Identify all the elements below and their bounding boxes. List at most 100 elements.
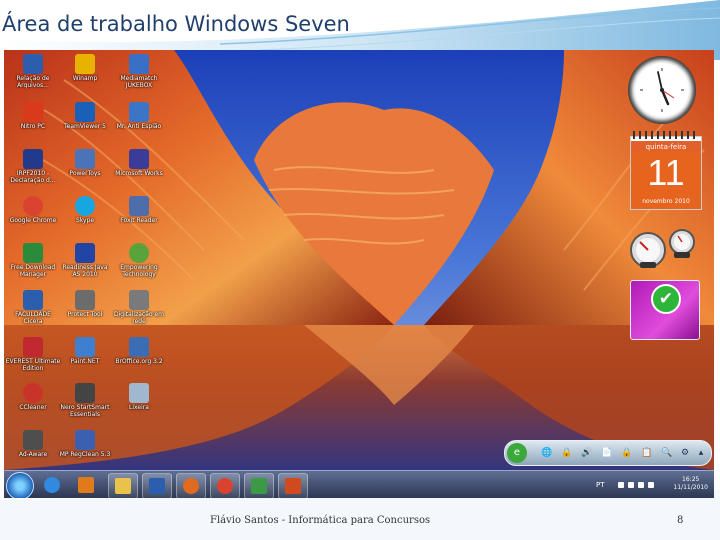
desktop-icon-google-chrome[interactable]: Google Chrome <box>4 196 62 224</box>
security-status-gadget[interactable]: ✔ <box>630 280 700 340</box>
tray-icon[interactable] <box>628 482 634 488</box>
windows-7-desktop: Relação de Arquivos... Winamp Mediamatch… <box>4 50 714 498</box>
desktop-icon-nitro-pc[interactable]: Nitro PC <box>4 102 62 130</box>
chevron-up-icon[interactable]: ▴ <box>695 447 707 459</box>
desktop-icon-digitalizacao[interactable]: Digitalização em rede <box>110 290 168 325</box>
desktop-icon-irpf2010[interactable]: IRPF2010 - Declaração d... <box>4 149 62 184</box>
document-icon[interactable]: 📄 <box>601 447 613 459</box>
empowering-icon <box>129 243 149 263</box>
desktop-icon-faculdade[interactable]: FACULDADE Cicera <box>4 290 62 325</box>
paint-net-icon <box>75 337 95 357</box>
start-button[interactable] <box>6 472 34 498</box>
nitro-pdf-icon <box>23 102 43 122</box>
word-document-icon <box>23 54 43 74</box>
chrome-icon <box>23 196 43 216</box>
desktop-icon-lixeira[interactable]: Lixeira <box>110 383 168 411</box>
checkmark-icon: ✔ <box>651 284 681 314</box>
padlock-icon[interactable]: 🔒 <box>621 447 633 459</box>
slide-page-number: 8 <box>677 515 684 526</box>
jukebox-icon <box>129 54 149 74</box>
notification-area: PT 16:25 11/11/2010 <box>588 473 708 497</box>
adaware-icon <box>23 430 43 450</box>
scanner-icon <box>129 290 149 310</box>
internet-explorer-icon <box>44 477 60 493</box>
clock-gadget[interactable] <box>628 56 696 124</box>
regclean-icon <box>75 430 95 450</box>
calendar-day: 11 <box>631 151 701 195</box>
windows-live-logo-icon[interactable]: e <box>507 443 527 463</box>
taskbar-clock[interactable]: 16:25 11/11/2010 <box>673 476 708 492</box>
desktop-icon-ad-aware[interactable]: Ad-Aware <box>4 430 62 458</box>
media-player-icon <box>78 477 94 493</box>
desktop-icon-free-download-manager[interactable]: Free Download Manager <box>4 243 62 278</box>
network-taskbar-button[interactable] <box>244 473 274 498</box>
gear-icon[interactable]: ⚙ <box>679 447 691 459</box>
word-icon <box>149 478 165 494</box>
taskbar-time: 16:25 <box>682 476 700 483</box>
desktop-icon-broffice[interactable]: BrOffice.org 3.2 <box>110 337 168 365</box>
language-indicator[interactable]: PT <box>596 481 605 489</box>
desktop-icon-microsoft-works[interactable]: Microsoft Works <box>110 149 168 177</box>
speaker-icon[interactable]: 🔊 <box>581 447 593 459</box>
antispy-icon <box>129 102 149 122</box>
desktop-icon-ccleaner[interactable]: CCleaner <box>4 383 62 411</box>
broffice-icon <box>129 337 149 357</box>
explorer-taskbar-button[interactable] <box>108 473 138 498</box>
desktop-icon-teamviewer[interactable]: TeamViewer 5 <box>56 102 114 130</box>
slide-title: Área de trabalho Windows Seven <box>2 12 350 36</box>
desktop-icon-nero[interactable]: Nero StartSmart Essentials <box>56 383 114 418</box>
desktop-icon-readiness-java[interactable]: Readiness Java AS 2010 <box>56 243 114 278</box>
powertoys-icon <box>75 149 95 169</box>
desktop-icon-anti-espiao[interactable]: Mr. Anti Espião <box>110 102 168 130</box>
powerpoint-icon <box>285 478 301 494</box>
works-icon <box>129 149 149 169</box>
tray-icon[interactable] <box>618 482 624 488</box>
desktop-icon-jukebox[interactable]: Mediamatch JUKEBOX <box>110 54 168 89</box>
media-player-taskbar-button[interactable] <box>72 473 100 497</box>
folder-libraries-icon <box>115 478 131 494</box>
chrome-taskbar-button[interactable] <box>210 473 240 498</box>
desktop-icon-empowering-technology[interactable]: Empowering Technology <box>110 243 168 278</box>
winamp-icon <box>75 54 95 74</box>
search-icon[interactable]: 🔍 <box>661 447 673 459</box>
desktop-icon-foxit-reader[interactable]: Foxit Reader <box>110 196 168 224</box>
desktop-icon-powertoys[interactable]: PowerToys <box>56 149 114 177</box>
windows-live-toolbar: e 🌐 🔒 🔊 📄 🔒 📋 🔍 ⚙ ▴ <box>504 440 712 466</box>
nero-icon <box>75 383 95 403</box>
desktop-icon-paint-net[interactable]: Paint.NET <box>56 337 114 365</box>
protect-tool-icon <box>75 290 95 310</box>
taskbar: PT 16:25 11/11/2010 <box>4 470 714 498</box>
calendar-month-year: novembro 2010 <box>631 195 701 209</box>
download-manager-icon <box>23 243 43 263</box>
desktop-icon-winamp[interactable]: Winamp <box>56 54 114 82</box>
calendar-rings <box>633 131 699 139</box>
tray-icon[interactable] <box>638 482 644 488</box>
desktop-icon-protect-tool[interactable]: Protect Tool <box>56 290 114 318</box>
internet-explorer-taskbar-button[interactable] <box>38 473 66 497</box>
foxit-icon <box>129 196 149 216</box>
ccleaner-icon <box>23 383 43 403</box>
desktop-icon-relacao-arquivos[interactable]: Relação de Arquivos... <box>4 54 62 89</box>
calendar-gadget[interactable]: quinta-feira 11 novembro 2010 <box>630 131 702 210</box>
chrome-icon <box>217 478 233 494</box>
desktop-icon-mp-regclean[interactable]: MP RegClean 5.3 <box>56 430 114 458</box>
network-icon <box>251 478 267 494</box>
cpu-meter-gadget[interactable] <box>630 226 698 270</box>
powerpoint-taskbar-button[interactable] <box>278 473 308 498</box>
slide-footer-author: Flávio Santos - Informática para Concurs… <box>210 515 431 526</box>
firefox-taskbar-button[interactable] <box>176 473 206 498</box>
desktop-icon-everest[interactable]: EVEREST Ultimate Edition <box>4 337 62 372</box>
teamviewer-icon <box>75 102 95 122</box>
globe-icon[interactable]: 🌐 <box>541 447 553 459</box>
folder-document-icon <box>23 290 43 310</box>
clock-face-icon <box>640 68 684 112</box>
irpf-icon <box>23 149 43 169</box>
firefox-icon <box>183 478 199 494</box>
clipboard-icon[interactable]: 📋 <box>641 447 653 459</box>
volume-icon[interactable] <box>648 482 654 488</box>
recycle-bin-icon <box>129 383 149 403</box>
desktop-icon-skype[interactable]: Skype <box>56 196 114 224</box>
java-icon <box>75 243 95 263</box>
lock-icon[interactable]: 🔒 <box>561 447 573 459</box>
word-taskbar-button[interactable] <box>142 473 172 498</box>
